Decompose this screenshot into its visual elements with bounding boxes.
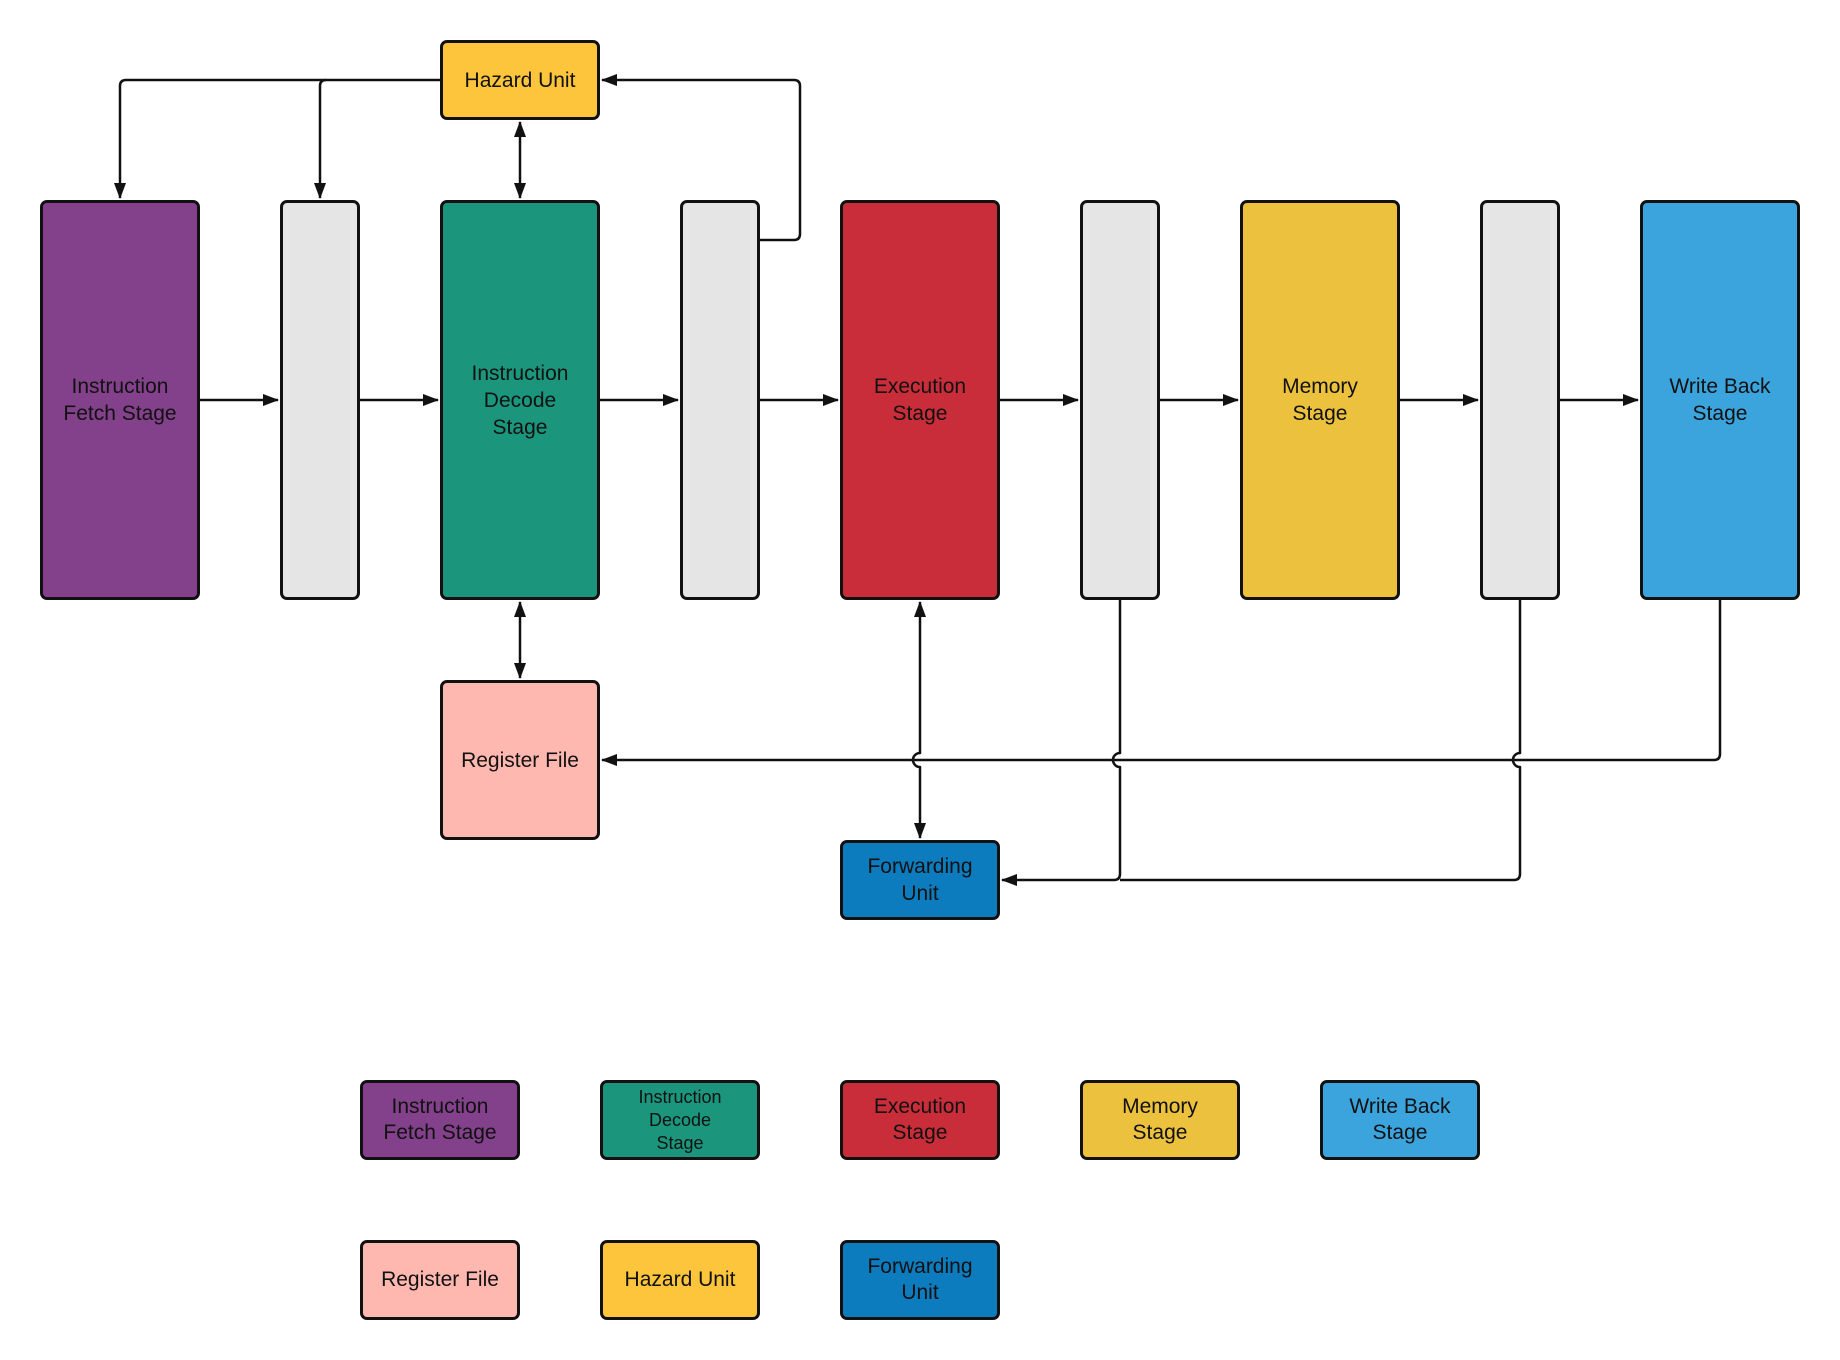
instruction-decode-stage-label: Instruction Decode Stage — [471, 361, 569, 439]
execution-stage: Execution Stage — [840, 200, 1000, 600]
legend-item-memory: Memory Stage — [1080, 1080, 1240, 1160]
register-file-label: Register File — [461, 748, 579, 772]
legend-label: Instruction Decode Stage — [638, 1086, 722, 1153]
write-back-stage-label: Write Back Stage — [1669, 375, 1771, 425]
arrow-hazard-to-if — [114, 78, 440, 199]
memory-stage-label: Memory Stage — [1282, 375, 1358, 425]
pipeline-register-ex-mem — [1080, 200, 1160, 600]
legend-item-instruction-fetch: Instruction Fetch Stage — [360, 1080, 520, 1160]
forwarding-unit-label: Forwarding Unit — [867, 855, 973, 905]
legend-label: Instruction Fetch Stage — [383, 1095, 497, 1144]
arrow-latch3-to-forwarding — [1001, 600, 1122, 886]
arrow-hazard-to-latch1 — [314, 78, 327, 199]
memory-stage: Memory Stage — [1240, 200, 1400, 600]
legend-label: Write Back Stage — [1349, 1095, 1451, 1144]
legend-label: Register File — [381, 1268, 499, 1291]
pipeline-register-if-id — [280, 200, 360, 600]
hazard-unit-label: Hazard Unit — [464, 68, 576, 92]
arrow-ex-forwarding — [911, 601, 926, 839]
instruction-fetch-stage-label: Instruction Fetch Stage — [63, 375, 177, 425]
pipeline-register-id-ex — [680, 200, 760, 600]
arrow-latch4-to-forwarding — [1120, 600, 1522, 882]
legend-item-write-back: Write Back Stage — [1320, 1080, 1480, 1160]
forwarding-unit: Forwarding Unit — [840, 840, 1000, 920]
legend-label: Hazard Unit — [624, 1268, 736, 1291]
register-file: Register File — [440, 680, 600, 840]
legend-label: Memory Stage — [1122, 1095, 1198, 1144]
legend-item-forwarding-unit: Forwarding Unit — [840, 1240, 1000, 1320]
pipeline-register-mem-wb — [1480, 200, 1560, 600]
legend-item-register-file: Register File — [360, 1240, 520, 1320]
legend-item-execution: Execution Stage — [840, 1080, 1000, 1160]
legend-item-hazard-unit: Hazard Unit — [600, 1240, 760, 1320]
legend-item-instruction-decode: Instruction Decode Stage — [600, 1080, 760, 1160]
execution-stage-label: Execution Stage — [873, 375, 967, 425]
instruction-decode-stage: Instruction Decode Stage — [440, 200, 600, 600]
instruction-fetch-stage: Instruction Fetch Stage — [40, 200, 200, 600]
arrow-wb-to-regfile — [601, 600, 1722, 766]
hazard-unit: Hazard Unit — [440, 40, 600, 120]
write-back-stage: Write Back Stage — [1640, 200, 1800, 600]
legend-label: Execution Stage — [873, 1095, 967, 1144]
legend-label: Forwarding Unit — [867, 1255, 973, 1304]
